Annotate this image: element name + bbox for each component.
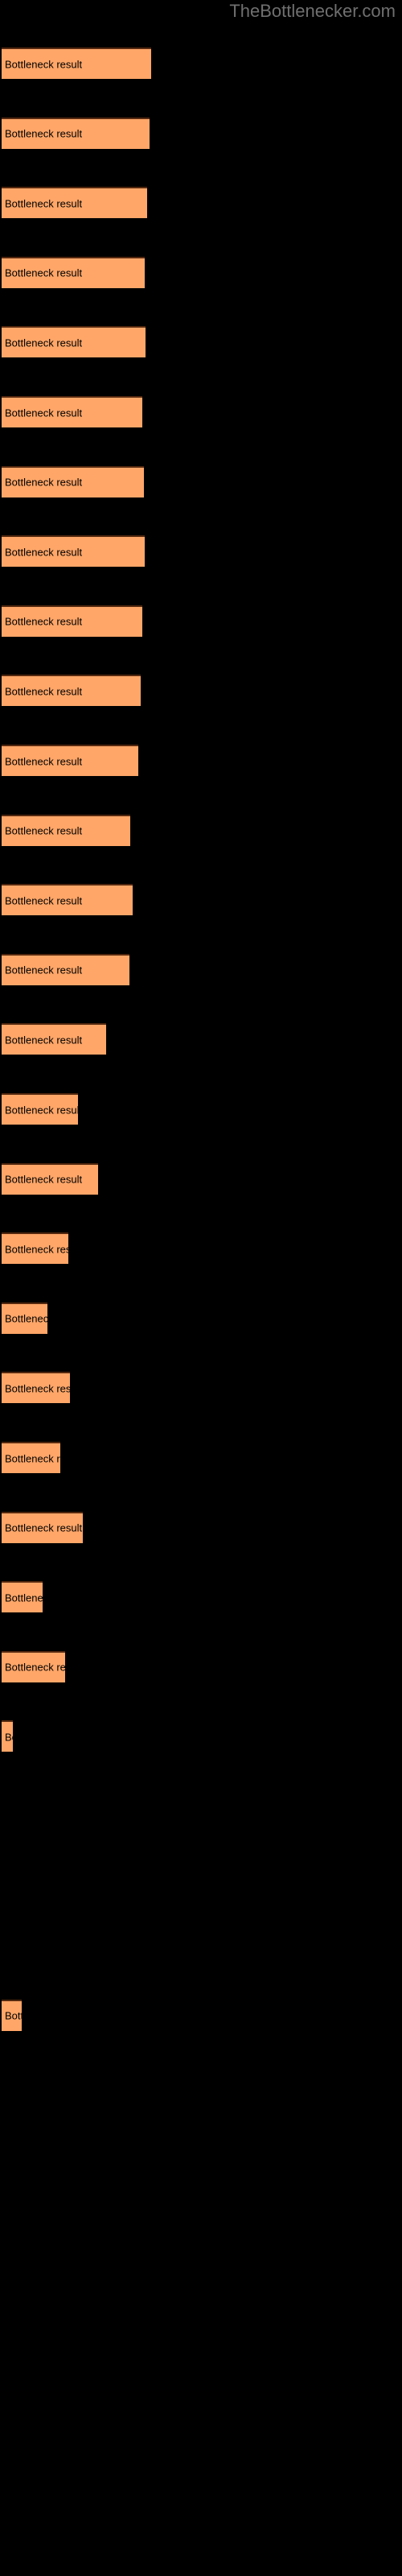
bar-label: Bottleneck result [5,197,83,210]
bar-segment[interactable]: Bottleneck result [2,1162,98,1195]
bar-segment[interactable]: Bottleneck result [2,1372,70,1404]
bar-segment[interactable]: Bottleneck result [2,1093,78,1125]
bar-row: Bottleneck result [0,117,402,149]
bar-label: Bottleneck result [5,1382,70,1395]
bar-row: Bottleneck result [0,47,402,79]
bar-row: Bottleneck result [0,953,402,985]
bar-segment[interactable]: Bottleneck result [2,605,142,637]
bar-label: Bottleneck result [5,894,83,907]
bar-label: Bottleneck result [5,58,83,70]
bar-segment[interactable]: Bottleneck result [2,953,129,985]
bar-label: Bottleneck result [5,1312,47,1325]
bar-segment[interactable]: Bottleneck result [2,1581,43,1613]
bar-row: Bottleneck result [0,535,402,568]
bar-chart-plot-area: Bottleneck result Bottleneck result Bottle… [0,0,402,2576]
bar-label: Bottleneck result [5,266,83,279]
bar-label: Bottleneck result [5,1661,65,1674]
bar-label: Bottleneck result [5,1173,83,1186]
bar-row: Bottleneck result [0,1581,402,1613]
bar-row [0,1930,402,1961]
bar-row: Bottleneck result [0,1511,402,1543]
bar-segment[interactable]: Bottleneck result [2,884,133,916]
bar-segment[interactable]: Bottleneck result [2,814,130,846]
bar-row: Bottleneck result [0,326,402,358]
bar-segment[interactable]: Bottleneck result [2,535,145,568]
bar-segment[interactable]: Bottleneck result [2,1720,13,1752]
bar-row: Bottleneck result [0,605,402,637]
bar-row [0,1790,402,1822]
bar-label: Bottleneck result [5,1104,78,1116]
bar-row: Bottleneck result [0,187,402,219]
bar-segment[interactable]: Bottleneck result [2,187,147,219]
bar-segment[interactable]: Bottleneck result [2,1023,106,1055]
bar-segment[interactable]: Bottleneck result [2,745,138,776]
bar-row: Bottleneck result [0,1232,402,1265]
bar-label: Bottleneck result [5,407,83,419]
bar-label: Bottleneck result [5,336,83,349]
bar-label: Bottleneck result [5,615,83,628]
bar-label: Bottleneck result [5,2009,22,2022]
bar-row: Bottleneck result [0,884,402,916]
bar-row: Bottleneck result [0,396,402,427]
bar-row: Bottleneck result [0,675,402,707]
bar-label: Bottleneck result [5,685,83,698]
bar-row: Bottleneck result [0,1650,402,1682]
bar-row: Bottleneck result [0,1302,402,1334]
bar-label: Bottleneck result [5,1591,43,1604]
bar-segment[interactable]: Bottleneck result [2,675,141,707]
bar-segment[interactable]: Bottleneck result [2,1650,65,1682]
bar-row: Bottleneck result [0,1442,402,1473]
bar-row: Bottleneck result [0,1720,402,1752]
bar-segment[interactable]: Bottleneck result [2,1442,60,1473]
chart-page: TheBottlenecker.com Bottleneck result Bot… [0,0,402,2576]
bar-segment[interactable]: Bottleneck result [2,1511,83,1543]
bar-row: Bottleneck result [0,256,402,288]
bar-segment[interactable]: Bottleneck result [2,47,151,79]
bar-segment[interactable]: Bottleneck result [2,465,144,497]
bar-segment[interactable]: Bottleneck result [2,396,142,427]
bar-segment[interactable]: Bottleneck result [2,117,150,149]
bar-label: Bottleneck result [5,1731,13,1744]
bar-row: Bottleneck result [0,1162,402,1195]
bar-label: Bottleneck result [5,1452,60,1464]
bar-row: Bottleneck result [0,1372,402,1404]
bar-label: Bottleneck result [5,755,83,767]
bar-segment[interactable]: Bottleneck result [2,256,145,288]
bar-label: Bottleneck result [5,476,83,489]
bar-label: Bottleneck result [5,127,83,140]
bar-segment[interactable]: Bottleneck result [2,1302,47,1334]
bar-label: Bottleneck result [5,1034,83,1046]
bar-row: Bottleneck result [0,1023,402,1055]
bar-row: Bottleneck result [0,465,402,497]
bar-row: Bottleneck result [0,745,402,776]
bar-label: Bottleneck result [5,546,83,559]
bar-row: Bottleneck result [0,1999,402,2031]
bar-row: Bottleneck result [0,814,402,846]
bar-row [0,1860,402,1892]
bar-segment[interactable]: Bottleneck result [2,1999,22,2031]
bar-segment[interactable]: Bottleneck result [2,1232,68,1265]
bar-label: Bottleneck result [5,1243,68,1256]
bar-label: Bottleneck result [5,824,83,837]
bar-label: Bottleneck result [5,964,83,976]
bar-segment[interactable]: Bottleneck result [2,326,146,358]
bar-row: Bottleneck result [0,1093,402,1125]
bar-label: Bottleneck result [5,1521,83,1534]
